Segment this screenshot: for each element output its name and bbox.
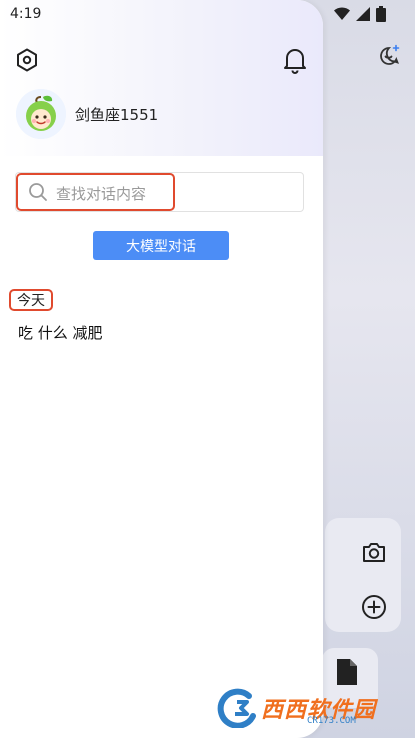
wifi-icon	[334, 7, 350, 20]
search-input[interactable]: 查找对话内容	[15, 172, 304, 212]
search-icon	[29, 183, 47, 201]
plus-icon[interactable]	[361, 594, 387, 620]
battery-icon	[376, 6, 386, 22]
signal-icon	[356, 7, 370, 21]
side-drawer: 剑鱼座1551 查找对话内容 大模型对话 今天 吃 什么 减肥	[0, 0, 323, 738]
avatar[interactable]	[16, 89, 66, 139]
settings-icon[interactable]	[14, 47, 40, 73]
tools-card	[325, 518, 401, 632]
file-icon[interactable]	[336, 658, 358, 686]
avatar-image	[16, 89, 66, 139]
watermark: 西西软件园 CR173.COM	[215, 688, 395, 728]
watermark-domain: CR173.COM	[307, 716, 356, 726]
watermark-logo-icon	[217, 688, 256, 728]
system-icons	[334, 4, 386, 24]
camera-icon[interactable]	[361, 540, 387, 564]
new-chat-icon[interactable]	[377, 44, 401, 68]
status-time: 4:19	[10, 6, 42, 22]
bell-icon[interactable]	[282, 46, 308, 74]
history-section-today: 今天	[9, 289, 53, 311]
history-item[interactable]: 吃 什么 减肥	[18, 322, 103, 343]
username: 剑鱼座1551	[75, 106, 159, 124]
model-chat-button[interactable]: 大模型对话	[93, 231, 229, 260]
status-bar: 4:19	[0, 0, 415, 30]
search-placeholder: 查找对话内容	[56, 185, 147, 203]
